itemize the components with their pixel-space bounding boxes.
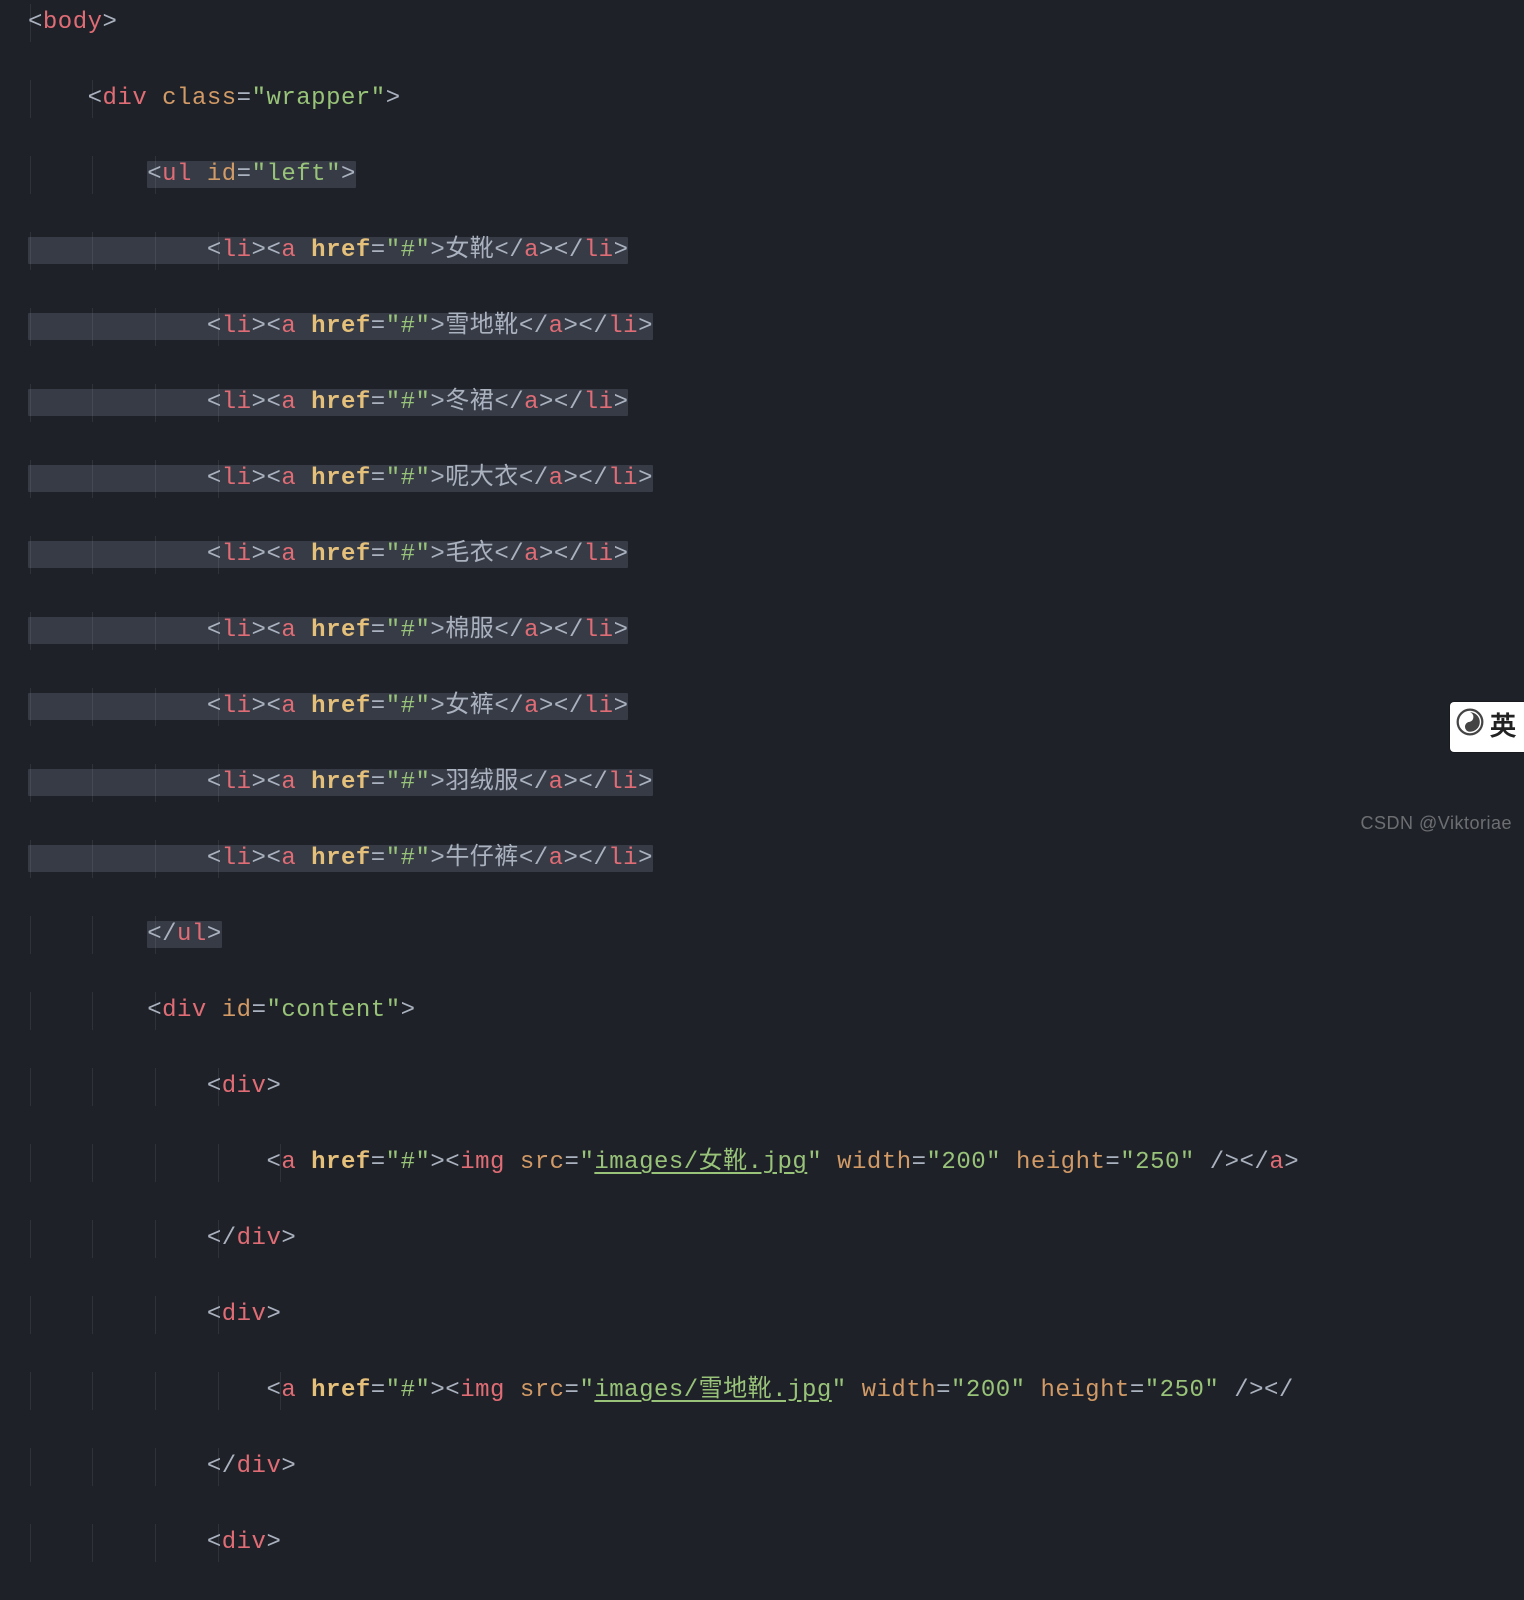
tag-div: div bbox=[103, 85, 148, 112]
link-text: 女靴 bbox=[445, 237, 494, 264]
link-text: 雪地靴 bbox=[445, 313, 519, 340]
ime-text: 英 bbox=[1490, 708, 1516, 746]
link-text: 棉服 bbox=[445, 617, 494, 644]
link-text: 冬裙 bbox=[445, 389, 494, 416]
tag-body: body bbox=[43, 9, 103, 36]
link-text: 牛仔裤 bbox=[445, 845, 519, 872]
link-text: 毛衣 bbox=[445, 541, 494, 568]
link-text: 女裤 bbox=[445, 693, 494, 720]
link-text: 呢大衣 bbox=[445, 465, 519, 492]
code-editor[interactable]: <body> <div class="wrapper"> <ul id="lef… bbox=[0, 0, 1524, 1600]
img-src: images/雪地靴.jpg bbox=[594, 1377, 831, 1404]
tag-div: div bbox=[162, 997, 207, 1024]
tag-ul: ul bbox=[162, 161, 192, 188]
sogou-icon bbox=[1456, 708, 1484, 736]
watermark: CSDN @Viktoriae bbox=[1361, 804, 1512, 842]
link-text: 羽绒服 bbox=[445, 769, 519, 796]
ime-indicator[interactable]: 英 bbox=[1450, 702, 1524, 752]
img-src: images/女靴.jpg bbox=[594, 1149, 807, 1176]
tag-img: img bbox=[460, 1149, 505, 1176]
